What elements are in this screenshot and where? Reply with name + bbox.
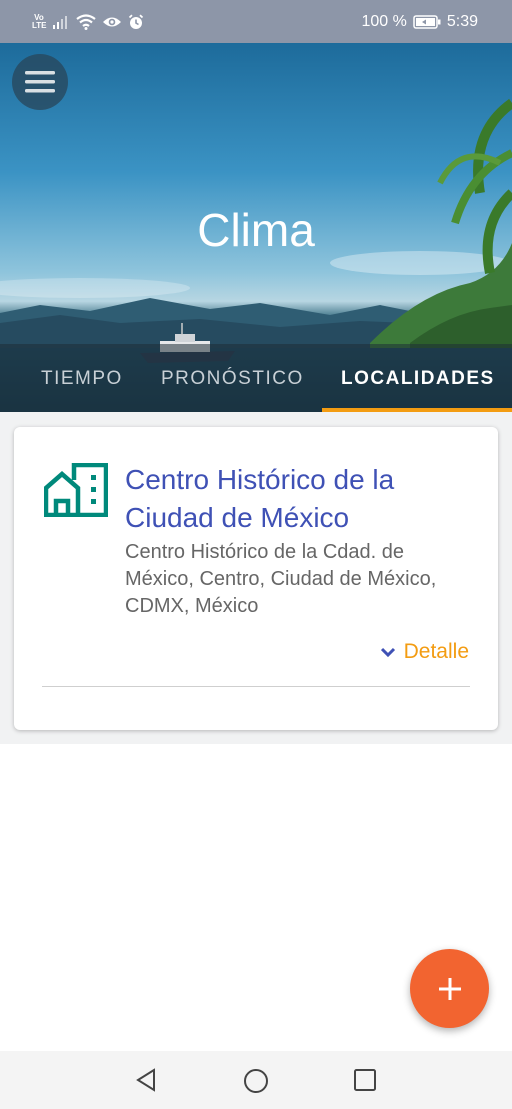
battery-icon xyxy=(413,14,441,29)
location-address: Centro Histórico de la Cdad. de México, … xyxy=(125,541,437,617)
add-location-button[interactable] xyxy=(410,949,489,1028)
card-divider xyxy=(42,686,470,687)
tab-bar: TIEMPO PRONÓSTICO LOCALIDADES xyxy=(0,344,512,412)
location-card[interactable]: Centro Histórico de la Ciudad de México … xyxy=(14,427,498,730)
clock: 5:39 xyxy=(446,12,478,30)
page-title: Clima xyxy=(197,204,315,256)
home-icon[interactable] xyxy=(243,1068,269,1094)
back-icon[interactable] xyxy=(135,1068,157,1092)
city-building-icon xyxy=(44,463,108,517)
status-bar: Vo LTE 100 % 5:39 xyxy=(0,0,512,43)
tab-pronostico[interactable]: PRONÓSTICO xyxy=(161,368,304,390)
detail-label: Detalle xyxy=(403,640,469,663)
system-nav-bar xyxy=(0,1051,512,1109)
hamburger-menu-icon xyxy=(25,71,55,93)
tab-tiempo[interactable]: TIEMPO xyxy=(41,368,123,390)
volte-icon: Vo LTE xyxy=(32,12,47,30)
header-hero: Clima TIEMPO PRONÓSTICO LOCALIDADES xyxy=(0,43,512,412)
detail-toggle[interactable]: Detalle xyxy=(380,640,469,664)
status-left: Vo LTE xyxy=(32,12,144,30)
wifi-icon xyxy=(76,13,96,30)
recents-icon[interactable] xyxy=(353,1068,377,1092)
chevron-down-icon xyxy=(380,647,395,657)
battery-percent: 100 % xyxy=(361,12,407,30)
status-right: 100 % 5:39 xyxy=(361,13,478,31)
menu-button[interactable] xyxy=(12,54,68,110)
tab-localidades[interactable]: LOCALIDADES xyxy=(341,368,495,390)
plus-icon xyxy=(438,977,461,1000)
eye-icon xyxy=(103,17,121,26)
signal-icon xyxy=(53,15,67,29)
location-name[interactable]: Centro Histórico de la Ciudad de México xyxy=(125,461,475,537)
alarm-icon xyxy=(128,14,144,29)
